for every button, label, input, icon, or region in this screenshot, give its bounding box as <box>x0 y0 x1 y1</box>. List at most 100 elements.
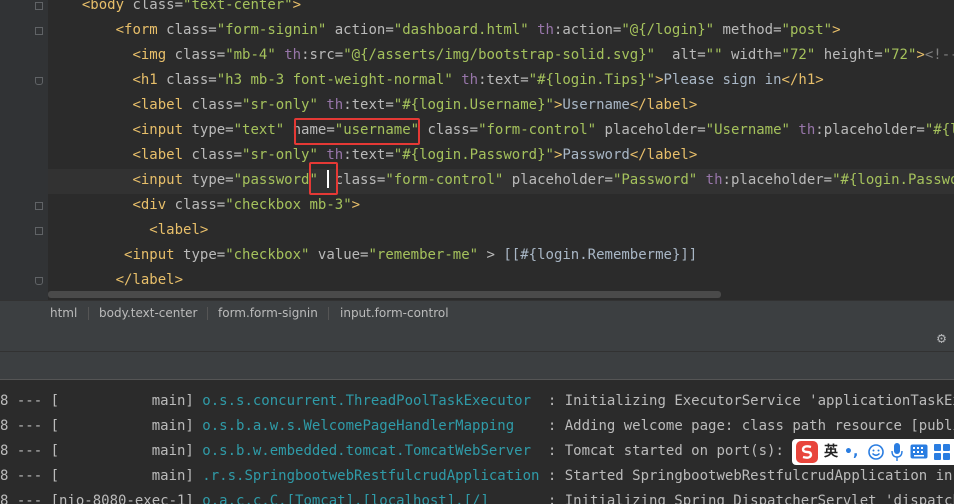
code-token: class= <box>166 47 226 63</box>
text-caret <box>327 170 329 188</box>
code-token: Username <box>562 97 630 113</box>
code-token: class= <box>183 97 243 113</box>
code-token: < <box>132 197 141 213</box>
breadcrumb-item-input[interactable]: input.form-control <box>340 301 449 326</box>
code-token: input <box>132 247 175 263</box>
code-token: width= <box>722 47 782 63</box>
breadcrumb-item-html[interactable]: html <box>50 301 77 326</box>
console-msg: : Adding welcome page: class path resour… <box>547 418 954 434</box>
code-token: "h3 mb-3 font-weight-normal" <box>216 72 453 88</box>
console-logger: o.s.b.w.embedded.tomcat.TomcatWebServer <box>202 443 532 459</box>
code-editor[interactable]: <body class="text-center"> <form class="… <box>0 0 954 300</box>
keyboard-icon[interactable] <box>910 444 928 459</box>
console-logger: o.a.c.c.C.[Tomcat].[localhost].[/] <box>202 493 489 504</box>
code-token: Please sign in <box>663 72 782 88</box>
console-logger: .r.s.SpringbootwebRestfulcrudApplication <box>202 468 540 484</box>
code-token: method= <box>714 22 782 38</box>
breadcrumb-item-form[interactable]: form.form-signin <box>218 301 318 326</box>
code-token: "text-center" <box>183 0 293 13</box>
code-token: "Password" <box>612 172 698 188</box>
code-token: "#{logi <box>924 122 954 138</box>
code-token: "Username" <box>705 122 790 138</box>
toolbox-grid-icon[interactable] <box>933 443 951 461</box>
emoji-icon[interactable] <box>868 444 884 460</box>
code-token: "#{login.Password}" <box>393 147 554 163</box>
code-token: class= <box>419 122 479 138</box>
fold-marker-div[interactable] <box>35 202 43 210</box>
code-token: value= <box>309 247 369 263</box>
code-token: "checkbox mb-3" <box>225 197 352 213</box>
code-token: > <box>292 0 302 13</box>
code-token: :action= <box>553 22 622 38</box>
code-token: > <box>351 197 361 213</box>
highlight-box-name-attr <box>294 118 420 145</box>
code-token: > <box>478 247 504 263</box>
console-prefix: 8 --- [ main] <box>0 468 203 484</box>
code-token: "#{login.Username}" <box>393 97 554 113</box>
fold-marker-body[interactable] <box>35 2 43 10</box>
fold-marker-img[interactable] <box>35 77 43 85</box>
code-token: "72" <box>781 47 816 63</box>
breadcrumb-separator <box>328 307 329 320</box>
code-token: "#{login.Password} <box>832 172 954 188</box>
code-token: "72" <box>882 47 917 63</box>
code-token: alt= <box>655 47 706 63</box>
code-token: th <box>798 122 816 138</box>
code-token: type= <box>183 122 234 138</box>
fold-marker-label-end[interactable] <box>35 277 43 285</box>
code-line: <label class="sr-only" th:text="#{login.… <box>65 143 697 168</box>
code-token: :placeholder= <box>815 122 925 138</box>
punctuation-icon[interactable]: •, <box>844 442 858 462</box>
code-token: "text" <box>233 122 285 138</box>
tool-window-header: ⚙ <box>0 326 954 351</box>
code-token: th <box>326 97 344 113</box>
code-token: div <box>140 197 167 213</box>
console-prefix: 8 --- [ main] <box>0 443 203 459</box>
code-token: :src= <box>301 47 344 63</box>
breadcrumb-separator <box>207 307 208 320</box>
code-token: "dashboard.html" <box>393 22 529 38</box>
code-token: < <box>132 122 141 138</box>
horizontal-scrollbar[interactable] <box>48 291 721 298</box>
code-token: class= <box>166 197 226 213</box>
code-line: </label> <box>65 268 183 293</box>
breadcrumb-item-body[interactable]: body.text-center <box>99 301 197 326</box>
fold-marker-form[interactable] <box>35 27 43 35</box>
console-prefix: 8 --- [ main] <box>0 393 203 409</box>
code-token: "@{/login}" <box>621 22 715 38</box>
code-token: "mb-4" <box>225 47 276 63</box>
gear-icon[interactable]: ⚙ <box>937 330 946 347</box>
breadcrumb: html body.text-center form.form-signin i… <box>0 300 954 326</box>
breadcrumb-separator <box>88 307 89 320</box>
code-token: label <box>140 97 184 113</box>
microphone-icon[interactable] <box>891 443 903 461</box>
code-token: class= <box>124 0 184 13</box>
console-toolbar <box>0 351 954 380</box>
code-token: < <box>132 97 141 113</box>
code-token: img <box>140 47 167 63</box>
console-logger: o.s.b.a.w.s.WelcomePageHandlerMapping <box>202 418 515 434</box>
code-token: input <box>140 172 184 188</box>
console-line: 8 --- [ main] o.s.s.concurrent.ThreadPoo… <box>0 389 954 414</box>
code-line: <input type="text" name="username" class… <box>65 118 954 143</box>
ime-toolbar[interactable]: 英 •, <box>792 439 954 465</box>
code-token: placeholder= <box>596 122 706 138</box>
fold-marker-label[interactable] <box>35 227 43 235</box>
code-token: > <box>655 72 664 88</box>
code-line: <img class="mb-4" th:src="@{/asserts/img… <box>65 43 954 68</box>
code-token: input <box>140 122 184 138</box>
code-token: action= <box>326 22 394 38</box>
code-token: </label> <box>629 147 698 163</box>
highlight-box-caret <box>309 162 338 195</box>
code-token: :text= <box>343 147 394 163</box>
ime-language-label[interactable]: 英 <box>824 442 838 462</box>
